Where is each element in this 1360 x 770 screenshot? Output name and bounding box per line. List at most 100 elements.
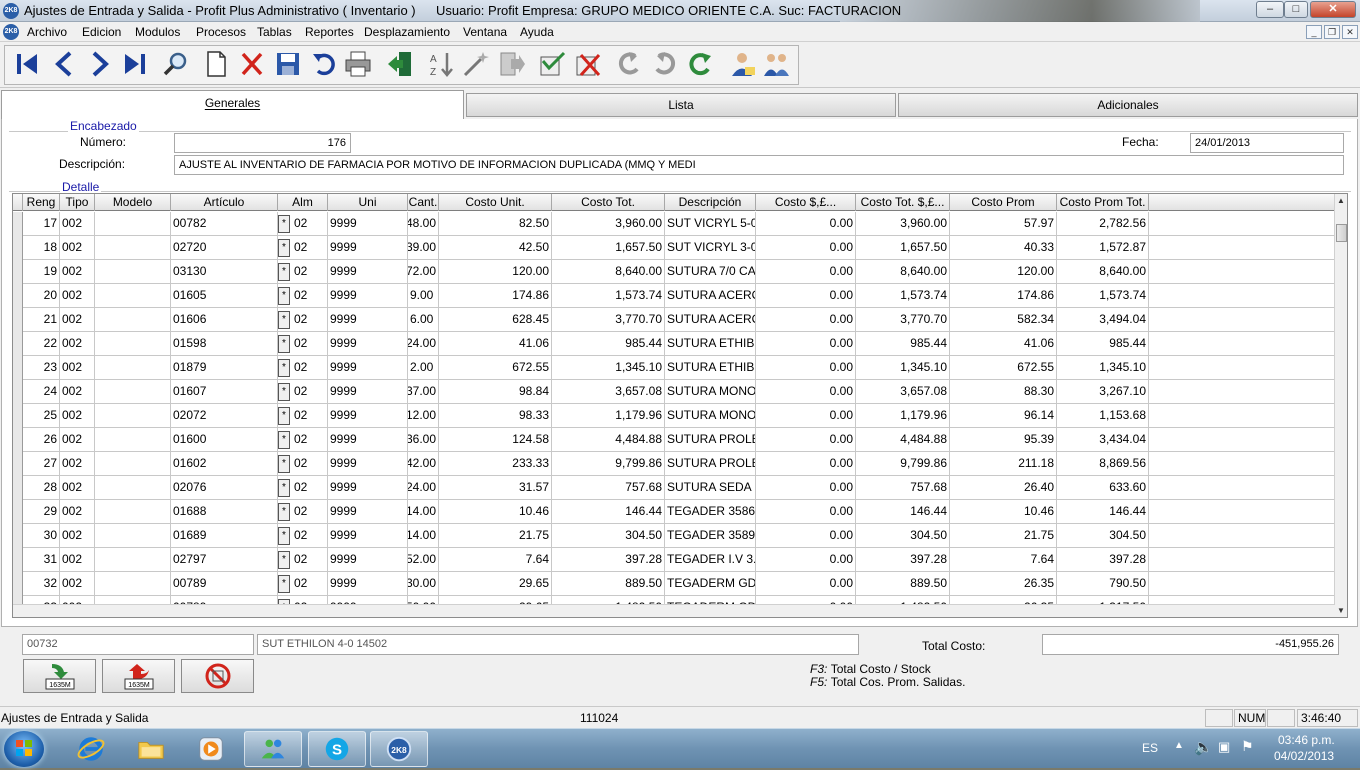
taskbar-media-player[interactable] xyxy=(182,731,240,767)
cell-costo-prom-tot[interactable]: 1,153.68 xyxy=(1057,404,1149,428)
row-selector[interactable] xyxy=(13,548,23,572)
cell-uni[interactable]: 9999 xyxy=(328,284,408,308)
cell-tipo[interactable]: 002 xyxy=(60,356,95,380)
cell-reng[interactable]: 19 xyxy=(23,260,60,284)
cell-modelo[interactable] xyxy=(95,476,171,500)
row-selector[interactable] xyxy=(13,212,23,236)
cell-cant[interactable]: 2.00 xyxy=(408,356,439,380)
taskbar-messenger[interactable] xyxy=(244,731,302,767)
cell-tipo[interactable]: 002 xyxy=(60,380,95,404)
table-row[interactable]: 22 002 01598 02 9999 24.00 41.06 985.44 SUTURA E… xyxy=(13,332,1335,356)
cell-costo-alt[interactable]: 0.00 xyxy=(756,332,856,356)
cell-costo-tot-alt[interactable]: 1,657.50 xyxy=(856,236,950,260)
cell-costo-prom[interactable]: 211.18 xyxy=(950,452,1057,476)
cell-costo-tot-alt[interactable]: 757.68 xyxy=(856,476,950,500)
row-selector[interactable] xyxy=(13,524,23,548)
table-row[interactable]: 17 002 00782 02 9999 48.00 82.50 3,960.00 SUT VI… xyxy=(13,212,1335,236)
cell-descripcion[interactable]: TEGADER 3586 xyxy=(665,500,756,524)
warehouse-lookup-button[interactable]: * xyxy=(278,575,290,593)
cell-articulo[interactable]: 01598 xyxy=(171,332,278,356)
cell-costo-alt[interactable]: 0.00 xyxy=(756,284,856,308)
cell-costo-prom[interactable]: 96.14 xyxy=(950,404,1057,428)
cell-costo-tot[interactable]: 3,960.00 xyxy=(552,212,665,236)
cell-uni[interactable]: 9999 xyxy=(328,356,408,380)
warehouse-lookup-button[interactable]: * xyxy=(278,455,290,473)
cell-costo-unit[interactable]: 98.84 xyxy=(439,380,552,404)
warehouse-lookup-button[interactable]: * xyxy=(278,551,290,569)
cell-costo-prom[interactable]: 26.40 xyxy=(950,476,1057,500)
cell-cant[interactable]: 52.00 xyxy=(408,548,439,572)
warehouse-lookup-button[interactable]: * xyxy=(278,431,290,449)
cell-uni[interactable]: 9999 xyxy=(328,308,408,332)
cell-reng[interactable]: 31 xyxy=(23,548,60,572)
cell-modelo[interactable] xyxy=(95,404,171,428)
row-selector[interactable] xyxy=(13,476,23,500)
cell-modelo[interactable] xyxy=(95,212,171,236)
row-selector[interactable] xyxy=(13,284,23,308)
numero-field[interactable]: 176 xyxy=(174,133,351,153)
cell-reng[interactable]: 24 xyxy=(23,380,60,404)
tab-adicionales[interactable]: Adicionales xyxy=(898,93,1358,117)
cell-articulo[interactable]: 01879 xyxy=(171,356,278,380)
warehouse-lookup-button[interactable]: * xyxy=(278,215,290,233)
cell-uni[interactable]: 9999 xyxy=(328,524,408,548)
cell-tipo[interactable]: 002 xyxy=(60,500,95,524)
cell-costo-prom-tot[interactable]: 304.50 xyxy=(1057,524,1149,548)
cell-costo-tot-alt[interactable]: 1,345.10 xyxy=(856,356,950,380)
cell-articulo[interactable]: 02720 xyxy=(171,236,278,260)
cell-uni[interactable]: 9999 xyxy=(328,548,408,572)
cell-costo-tot-alt[interactable]: 1,179.96 xyxy=(856,404,950,428)
cell-costo-unit[interactable]: 672.55 xyxy=(439,356,552,380)
menu-edicion[interactable]: Edicion xyxy=(82,25,121,39)
cell-tipo[interactable]: 002 xyxy=(60,404,95,428)
row-selector[interactable] xyxy=(13,236,23,260)
cell-articulo[interactable]: 01607 xyxy=(171,380,278,404)
cell-costo-prom[interactable]: 120.00 xyxy=(950,260,1057,284)
cell-costo-unit[interactable]: 7.64 xyxy=(439,548,552,572)
cell-reng[interactable]: 30 xyxy=(23,524,60,548)
cell-descripcion[interactable]: SUTURA ACERO xyxy=(665,284,756,308)
menu-desplazamiento[interactable]: Desplazamiento xyxy=(364,25,450,39)
cell-descripcion[interactable]: SUTURA ACERO xyxy=(665,308,756,332)
cell-tipo[interactable]: 002 xyxy=(60,212,95,236)
table-row[interactable]: 32 002 00789 02 9999 30.00 29.65 889.50 TEGADERM… xyxy=(13,572,1335,596)
cell-reng[interactable]: 28 xyxy=(23,476,60,500)
col-tipo[interactable]: Tipo xyxy=(60,194,95,211)
menu-reportes[interactable]: Reportes xyxy=(305,25,354,39)
warehouse-lookup-button[interactable]: * xyxy=(278,527,290,545)
cell-cant[interactable]: 14.00 xyxy=(408,524,439,548)
cell-costo-tot-alt[interactable]: 146.44 xyxy=(856,500,950,524)
col-costo-prom[interactable]: Costo Prom xyxy=(950,194,1057,211)
cell-costo-alt[interactable]: 0.00 xyxy=(756,524,856,548)
close-button[interactable]: ✕ xyxy=(1310,1,1356,18)
cell-costo-prom[interactable]: 174.86 xyxy=(950,284,1057,308)
clock-time[interactable]: 03:46 p.m. xyxy=(1278,733,1335,747)
cell-articulo[interactable]: 03130 xyxy=(171,260,278,284)
table-row[interactable]: 25 002 02072 02 9999 12.00 98.33 1,179.96 SUTURA… xyxy=(13,404,1335,428)
cell-costo-prom-tot[interactable]: 3,267.10 xyxy=(1057,380,1149,404)
cell-costo-prom-tot[interactable]: 633.60 xyxy=(1057,476,1149,500)
print-icon[interactable] xyxy=(342,48,374,80)
cell-costo-tot[interactable]: 889.50 xyxy=(552,572,665,596)
cell-costo-tot-alt[interactable]: 3,657.08 xyxy=(856,380,950,404)
cell-modelo[interactable] xyxy=(95,428,171,452)
cell-uni[interactable]: 9999 xyxy=(328,452,408,476)
cell-costo-unit[interactable]: 628.45 xyxy=(439,308,552,332)
col-costo-tot-alt[interactable]: Costo Tot. $,£... xyxy=(856,194,950,211)
cell-costo-unit[interactable]: 98.33 xyxy=(439,404,552,428)
menu-procesos[interactable]: Procesos xyxy=(196,25,246,39)
menu-modulos[interactable]: Modulos xyxy=(135,25,180,39)
cell-cant[interactable]: 30.00 xyxy=(408,572,439,596)
row-selector[interactable] xyxy=(13,500,23,524)
cell-descripcion[interactable]: SUTURA SEDA xyxy=(665,476,756,500)
cell-costo-prom[interactable]: 40.33 xyxy=(950,236,1057,260)
cell-costo-unit[interactable]: 42.50 xyxy=(439,236,552,260)
vertical-scrollbar[interactable]: ▲ ▼ xyxy=(1334,194,1347,617)
warehouse-lookup-button[interactable]: * xyxy=(278,359,290,377)
previous-record-icon[interactable] xyxy=(48,48,80,80)
cell-articulo[interactable]: 02076 xyxy=(171,476,278,500)
col-alm[interactable]: Alm xyxy=(278,194,328,211)
cell-cant[interactable]: 14.00 xyxy=(408,500,439,524)
scroll-down-icon[interactable]: ▼ xyxy=(1337,606,1345,615)
cell-costo-alt[interactable]: 0.00 xyxy=(756,380,856,404)
